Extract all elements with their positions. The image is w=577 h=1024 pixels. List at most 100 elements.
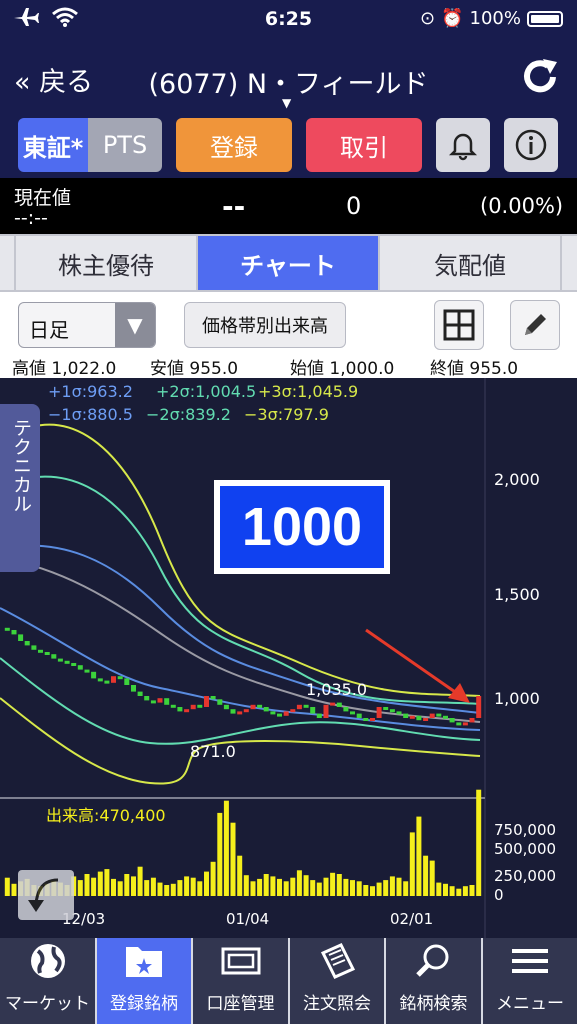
candle: [64, 660, 70, 664]
period-select[interactable]: 日足 ▼: [18, 302, 156, 348]
status-right: ⊙ ⏰ 100%: [420, 8, 563, 29]
collapse-volume-button[interactable]: [18, 870, 74, 920]
price-change-percent: (0.00%): [480, 194, 564, 218]
volume-bar: [476, 789, 482, 896]
candle: [164, 698, 170, 705]
candle: [104, 680, 110, 684]
register-button[interactable]: 登録: [176, 118, 292, 172]
alarm-icon: ⏰: [441, 8, 464, 29]
info-button[interactable]: [504, 118, 558, 172]
nav-watchlist[interactable]: 登録銘柄: [97, 938, 191, 1024]
candle: [449, 718, 455, 723]
volume-bar: [396, 877, 402, 896]
candle: [343, 707, 349, 712]
volume-label: 出来高:470,400: [46, 806, 166, 825]
volume-axis-500k: 500,000: [494, 840, 557, 858]
band-plus3-label: +3σ:1,045.9: [258, 382, 359, 401]
volume-bar: [124, 874, 130, 896]
candle: [204, 696, 209, 707]
nav-search-label: 銘柄検索: [399, 994, 468, 1014]
candle: [356, 713, 362, 718]
battery-icon: [527, 10, 563, 27]
title-dropdown-icon[interactable]: ▼: [282, 96, 291, 110]
volume-bar: [144, 880, 150, 896]
candle: [336, 702, 342, 707]
volume-bar: [204, 871, 209, 896]
nav-search[interactable]: 銘柄検索: [386, 938, 481, 1024]
candle: [403, 713, 409, 718]
candle: [177, 707, 183, 712]
price-change: 0: [346, 192, 362, 220]
period-select-value: 日足: [29, 318, 69, 342]
candle: [124, 678, 130, 685]
rotation-lock-icon: ⊙: [420, 8, 436, 29]
volume-bar: [296, 870, 302, 896]
candle: [11, 630, 17, 635]
nav-market[interactable]: マーケット: [0, 938, 95, 1024]
current-price: --: [222, 190, 246, 223]
tab-quotes[interactable]: 気配値: [380, 236, 560, 290]
current-price-label: 現在値: [14, 187, 72, 209]
volume-bar: [4, 877, 10, 896]
candle: [270, 711, 276, 715]
layout-grid-button[interactable]: [434, 300, 484, 350]
reload-icon[interactable]: [517, 54, 563, 100]
candle: [77, 665, 83, 670]
arrow-head-icon: [448, 683, 470, 703]
volume-bar: [150, 877, 156, 896]
candle: [157, 698, 163, 703]
volume-bar: [323, 877, 329, 896]
pts-button[interactable]: PTS: [88, 118, 162, 172]
candle: [257, 704, 263, 708]
band-minus3-label: −3σ:797.9: [244, 405, 329, 424]
technical-side-tab[interactable]: テクニカル: [0, 404, 40, 572]
price-overlay-value: 1000: [220, 486, 384, 568]
trade-button[interactable]: 取引: [306, 118, 422, 172]
chevron-down-icon: ▼: [115, 303, 155, 347]
volume-bar: [449, 886, 455, 896]
volume-bar: [376, 882, 382, 896]
candle: [91, 671, 97, 679]
volume-bar: [177, 880, 183, 896]
date-axis-0104: 01/04: [226, 910, 270, 928]
candle: [18, 634, 24, 641]
candle: [137, 691, 143, 696]
globe-icon: [30, 944, 65, 978]
volume-bar: [336, 874, 342, 896]
price-chart[interactable]: +1σ:963.2 +2σ:1,004.5 +3σ:1,045.9 −1σ:88…: [0, 378, 577, 938]
candle: [389, 709, 395, 713]
volume-profile-button[interactable]: 価格帯別出来高: [184, 302, 346, 348]
volume-bar: [403, 881, 409, 896]
volume-bar: [230, 822, 236, 896]
candle: [350, 711, 355, 715]
volume-bar: [243, 875, 249, 896]
candle: [170, 704, 176, 708]
tab-shareholder-benefits[interactable]: 株主優待: [16, 236, 196, 290]
tab-left-edge: [0, 236, 14, 290]
volume-axis-250k: 250,000: [494, 867, 557, 885]
volume-bar: [217, 812, 223, 896]
wallet-icon: [221, 947, 260, 975]
alert-button[interactable]: [436, 118, 490, 172]
candle: [330, 702, 336, 706]
annotation-arrow: [365, 628, 459, 696]
volume-bar: [389, 876, 395, 896]
candle: [4, 627, 10, 631]
nav-menu[interactable]: メニュー: [483, 938, 577, 1024]
volume-bar: [84, 874, 90, 896]
band-middle: [0, 557, 481, 723]
nav-account[interactable]: 口座管理: [193, 938, 288, 1024]
volume-bar: [190, 877, 196, 896]
nav-orders[interactable]: 注文照会: [290, 938, 384, 1024]
tab-chart[interactable]: チャート: [198, 236, 378, 290]
candle: [283, 711, 289, 716]
volume-bar: [469, 885, 475, 896]
quote-time: --:--: [14, 207, 48, 229]
draw-button[interactable]: [510, 300, 560, 350]
candle: [38, 649, 43, 653]
volume-bar: [370, 886, 375, 896]
info-icon: [515, 129, 547, 161]
volume-bar: [250, 881, 256, 896]
candle: [243, 709, 249, 713]
tse-button[interactable]: 東証*: [18, 118, 88, 172]
